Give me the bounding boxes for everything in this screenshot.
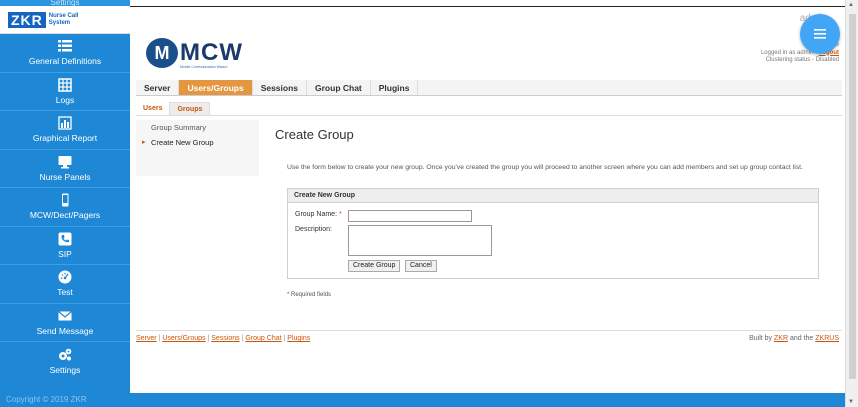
menu-icon: [814, 29, 826, 39]
sidebar-item-label: Graphical Report: [32, 133, 98, 144]
sidebar-item-graphical-report[interactable]: Graphical Report: [0, 111, 130, 150]
sidebar-item-label: SIP: [58, 248, 72, 259]
list-icon: [58, 40, 72, 52]
page-description: Use the form below to create your new gr…: [287, 164, 803, 171]
description-textarea[interactable]: [348, 225, 492, 256]
footer-links: Server | Users/Groups | Sessions | Group…: [136, 335, 311, 342]
leftnav-create-new-group[interactable]: Create New Group: [136, 135, 259, 150]
subtab-users[interactable]: Users: [136, 102, 170, 115]
sidebar-item-label: Logs: [55, 94, 75, 105]
logo-main: ZKR: [8, 11, 46, 28]
sidebar-item-label: Settings: [49, 364, 81, 375]
mcw-header: M MCW Mobile Communication Wizard Openfi…: [130, 34, 845, 76]
sidebar: Settings ZKR Nurse Call System General D…: [0, 0, 130, 407]
create-group-form: Create New Group Group Name: * Descripti…: [287, 188, 819, 279]
tab-sessions[interactable]: Sessions: [253, 80, 308, 95]
sidebar-item-general-definitions[interactable]: General Definitions: [0, 34, 130, 73]
left-nav: Group Summary Create New Group: [136, 120, 259, 176]
sidebar-item-label: MCW/Dect/Pagers: [29, 210, 101, 221]
tab-users-groups[interactable]: Users/Groups: [179, 80, 253, 95]
footer-link-group-chat[interactable]: Group Chat: [245, 335, 281, 342]
mcw-logo: M MCW Mobile Communication Wizard: [146, 38, 243, 69]
bottom-bar: [130, 393, 845, 407]
scroll-up-icon[interactable]: ▲: [848, 2, 854, 8]
mobile-icon: [62, 193, 69, 207]
page-title: Create Group: [275, 127, 354, 142]
footer-link-server[interactable]: Server: [136, 335, 157, 342]
subtab-groups[interactable]: Groups: [169, 102, 211, 115]
footer-link-sessions[interactable]: Sessions: [211, 335, 239, 342]
leftnav-group-summary[interactable]: Group Summary: [136, 120, 259, 135]
zkr-logo[interactable]: ZKR Nurse Call System: [0, 6, 130, 34]
table-icon: [58, 78, 72, 92]
phone-icon: [58, 232, 72, 246]
scrollbar-thumb[interactable]: [849, 14, 856, 379]
menu-fab-button[interactable]: [800, 14, 840, 54]
clustering-status: Clustering status - Disabled: [765, 57, 839, 63]
description-label: Description:: [295, 226, 332, 233]
main-tabs: Server Users/Groups Sessions Group Chat …: [136, 80, 842, 96]
sidebar-item-logs[interactable]: Logs: [0, 73, 130, 111]
required-mark: *: [338, 211, 342, 218]
sidebar-item-label: Test: [57, 287, 73, 298]
bar-chart-icon: [58, 116, 72, 130]
scrollbar[interactable]: ▲ ▼: [845, 0, 858, 407]
mcw-logo-mark: M: [146, 38, 178, 68]
required-note: * Required fields: [287, 292, 332, 298]
sidebar-footer: Copyright © 2019 ZKR: [0, 393, 130, 407]
sidebar-item-settings[interactable]: Settings: [0, 342, 130, 381]
tab-plugins[interactable]: Plugins: [371, 80, 419, 95]
footer-link-plugins[interactable]: Plugins: [287, 335, 310, 342]
footer-built-by: Built by ZKR and the ZKRUS: [749, 335, 839, 342]
create-group-button[interactable]: Create Group: [348, 260, 401, 272]
sidebar-item-test[interactable]: Test: [0, 265, 130, 304]
tab-server[interactable]: Server: [136, 80, 180, 95]
sidebar-item-sip[interactable]: SIP: [0, 227, 130, 265]
sidebar-item-mcw-dect-pagers[interactable]: MCW/Dect/Pagers: [0, 188, 130, 227]
footer-link-zkrus[interactable]: ZKRUS: [815, 335, 839, 342]
sidebar-item-nurse-panels[interactable]: Nurse Panels: [0, 150, 130, 188]
gears-icon: [59, 348, 72, 361]
footer-link-zkr[interactable]: ZKR: [774, 335, 788, 342]
sidebar-item-label: General Definitions: [28, 56, 102, 67]
gauge-icon: [58, 270, 72, 284]
monitor-icon: [58, 155, 72, 169]
sub-tabs: Users Groups: [136, 102, 211, 115]
divider: [136, 330, 842, 331]
divider: [136, 115, 842, 116]
sidebar-item-label: Send Message: [36, 325, 94, 336]
footer-link-users-groups[interactable]: Users/Groups: [162, 335, 205, 342]
sidebar-item-send-message[interactable]: Send Message: [0, 304, 130, 342]
top-bar: admin: [130, 6, 845, 34]
group-name-label: Group Name: *: [295, 211, 342, 218]
envelope-icon: [58, 310, 72, 321]
sidebar-item-label: Nurse Panels: [39, 171, 91, 182]
form-title: Create New Group: [288, 189, 818, 203]
group-name-input[interactable]: [348, 210, 472, 222]
logo-sub: Nurse Call System: [48, 12, 79, 26]
cancel-button[interactable]: Cancel: [405, 260, 437, 272]
mcw-logo-tagline: Mobile Communication Wizard: [180, 65, 228, 69]
tab-group-chat[interactable]: Group Chat: [307, 80, 371, 95]
main-content: M MCW Mobile Communication Wizard Openfi…: [130, 34, 845, 393]
mcw-logo-text: MCW: [180, 39, 243, 66]
scroll-down-icon[interactable]: ▼: [848, 399, 854, 405]
